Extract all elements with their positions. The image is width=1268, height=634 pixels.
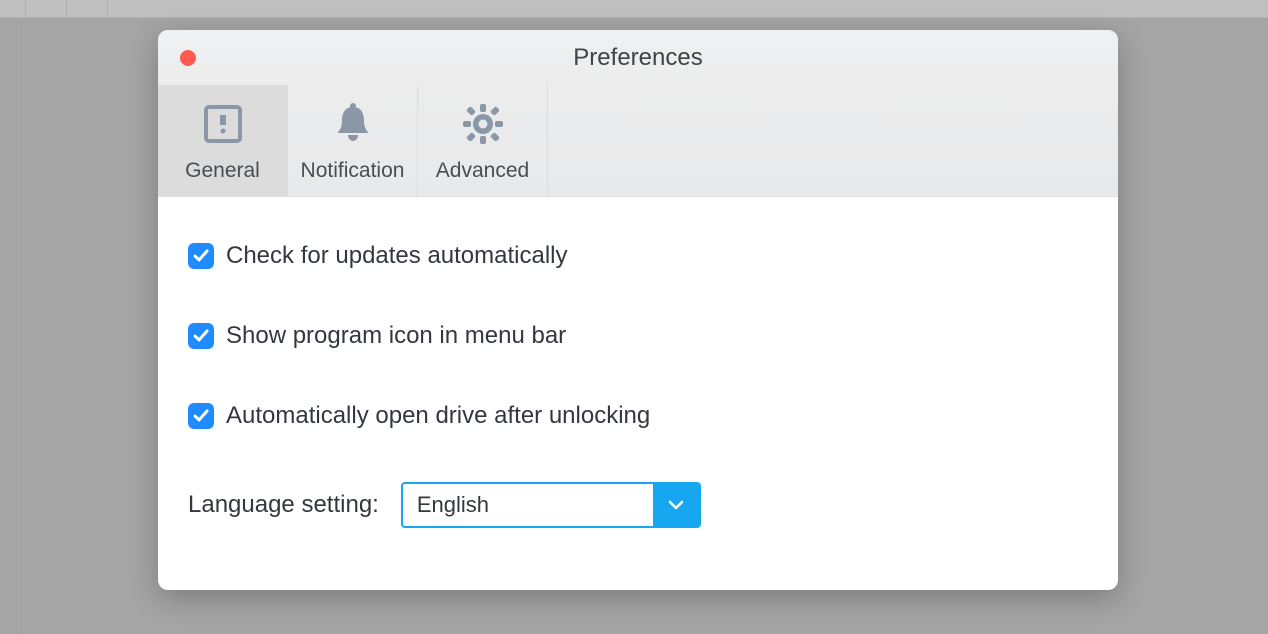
tab-bar: General Notification <box>158 85 1118 197</box>
check-icon <box>192 327 210 345</box>
language-select[interactable]: English <box>401 482 701 528</box>
option-label: Show program icon in menu bar <box>226 322 566 350</box>
checkbox-check-updates[interactable] <box>188 243 214 269</box>
tab-notification[interactable]: Notification <box>288 85 418 196</box>
gear-icon <box>458 99 508 149</box>
language-row: Language setting: English <box>188 482 1088 528</box>
preferences-window: Preferences General Notification <box>158 30 1118 590</box>
general-icon <box>198 99 248 149</box>
language-label: Language setting: <box>188 491 379 519</box>
checkbox-auto-open-drive[interactable] <box>188 403 214 429</box>
select-handle <box>653 484 699 526</box>
option-label: Check for updates automatically <box>226 242 568 270</box>
language-selected-value: English <box>403 484 653 526</box>
tab-advanced[interactable]: Advanced <box>418 85 548 196</box>
bell-icon <box>328 99 378 149</box>
checkbox-show-menu-icon[interactable] <box>188 323 214 349</box>
chevron-down-icon <box>666 495 686 515</box>
background-divider <box>16 18 17 634</box>
titlebar: Preferences <box>158 30 1118 85</box>
tab-label: General <box>185 159 260 183</box>
option-row-show-menu-icon: Show program icon in menu bar <box>188 322 1088 350</box>
check-icon <box>192 407 210 425</box>
window-title: Preferences <box>158 44 1118 72</box>
option-label: Automatically open drive after unlocking <box>226 402 650 430</box>
tab-general[interactable]: General <box>158 85 288 196</box>
background-toolbar <box>0 0 1268 18</box>
check-icon <box>192 247 210 265</box>
option-row-auto-open-drive: Automatically open drive after unlocking <box>188 402 1088 430</box>
option-row-check-updates: Check for updates automatically <box>188 242 1088 270</box>
general-pane: Check for updates automatically Show pro… <box>158 197 1118 558</box>
tab-label: Advanced <box>436 159 529 183</box>
tab-label: Notification <box>301 159 405 183</box>
